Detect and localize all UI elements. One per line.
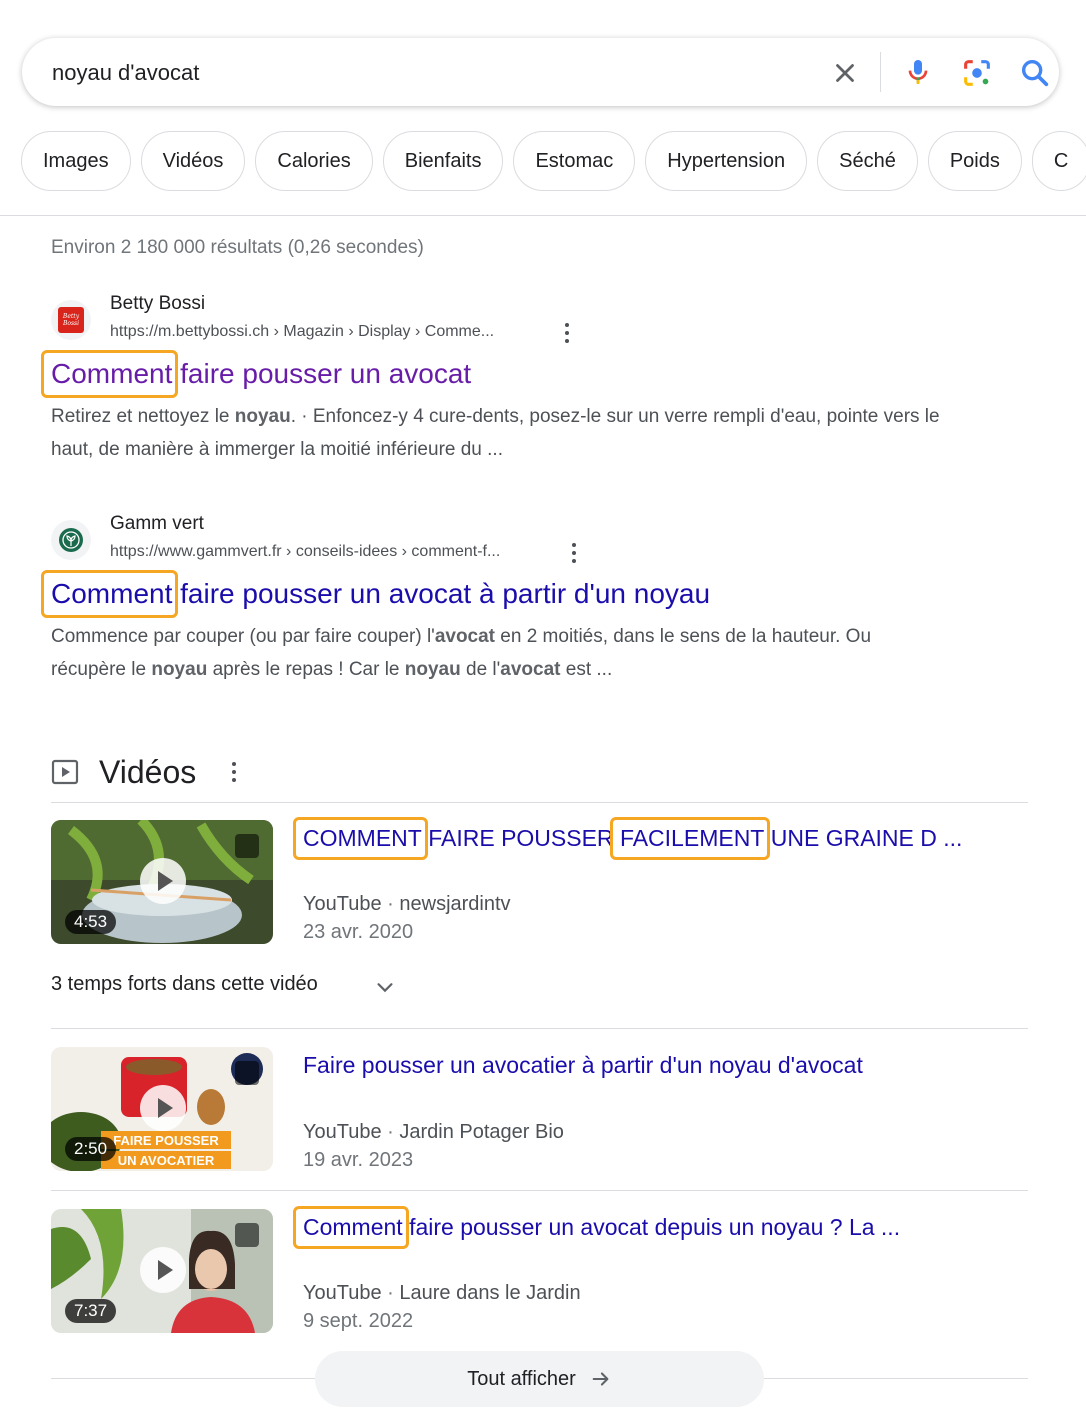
result-title-text: faire pousser un avocat à partir d'un no… — [172, 578, 711, 609]
chevron-down-icon[interactable] — [374, 976, 396, 998]
video-title-text: UNE GRAINE D ... — [764, 825, 963, 851]
search-result: Betty Bossi Betty Bossi https://m.bettyb… — [40, 293, 991, 468]
video-channel: newsjardintv — [399, 893, 511, 915]
video-source: YouTube · Jardin Potager Bio — [303, 1121, 564, 1143]
video-date: 23 avr. 2020 — [303, 921, 414, 943]
play-icon — [140, 858, 186, 904]
divider — [0, 215, 1086, 216]
site-favicon: Betty Bossi — [51, 300, 91, 340]
highlighted-term: Comment — [40, 350, 179, 398]
expand-icon[interactable] — [235, 834, 259, 858]
chip-images[interactable]: Images — [21, 131, 131, 191]
chip-videos[interactable]: Vidéos — [140, 131, 246, 191]
play-icon — [140, 1085, 186, 1131]
result-snippet: Commence par couper (ou par faire couper… — [51, 620, 951, 686]
video-duration: 4:53 — [65, 910, 117, 934]
video-platform: YouTube — [303, 1282, 382, 1304]
video-platform: YouTube — [303, 1121, 382, 1143]
search-bar[interactable]: noyau d'avocat — [22, 38, 1059, 106]
video-thumbnail[interactable]: FAIRE POUSSER UN AVOCATIER 2:50 — [51, 1047, 273, 1171]
see-all-button[interactable]: Tout afficher — [315, 1351, 764, 1407]
site-name[interactable]: Betty Bossi — [110, 293, 205, 315]
video-duration: 7:37 — [65, 1299, 117, 1323]
more-options-icon[interactable] — [566, 542, 582, 564]
gamm-vert-logo — [59, 528, 83, 552]
video-source: YouTube · Laure dans le Jardin — [303, 1282, 581, 1304]
expand-icon[interactable] — [235, 1061, 259, 1085]
more-options-icon[interactable] — [559, 322, 575, 344]
search-result: Gamm vert https://www.gammvert.fr › cons… — [40, 513, 991, 688]
divider — [880, 52, 881, 92]
snippet-bold: avocat — [500, 659, 561, 680]
filter-chips: Images Vidéos Calories Bienfaits Estomac… — [21, 131, 1086, 191]
result-title-link[interactable]: Comment faire pousser un avocat à partir… — [40, 570, 711, 618]
result-snippet: Retirez et nettoyez le noyau. · Enfoncez… — [51, 400, 951, 466]
video-title-text: faire pousser un avocat depuis un noyau … — [402, 1214, 901, 1240]
video-duration: 2:50 — [65, 1137, 117, 1161]
video-title-link[interactable]: Faire pousser un avocatier à partir d'un… — [303, 1052, 863, 1079]
divider — [51, 802, 1028, 803]
thumbnail-caption: FAIRE POUSSER — [113, 1133, 219, 1148]
snippet-bold: noyau — [404, 659, 461, 680]
video-title-text: FAIRE POUSSER — [421, 825, 620, 851]
search-icon[interactable] — [1018, 56, 1052, 90]
chip-poids[interactable]: Poids — [927, 131, 1022, 191]
highlighted-term: FACILEMENT — [609, 817, 771, 860]
snippet-bold: avocat — [434, 626, 496, 647]
snippet-bold: noyau — [151, 659, 208, 680]
site-name[interactable]: Gamm vert — [110, 513, 204, 535]
site-favicon — [51, 520, 91, 560]
video-thumbnail[interactable]: 7:37 — [51, 1209, 273, 1333]
video-channel: Jardin Potager Bio — [399, 1121, 564, 1143]
see-all-label: Tout afficher — [467, 1367, 576, 1390]
chip-bienfaits[interactable]: Bienfaits — [382, 131, 504, 191]
video-title-link[interactable]: COMMENT FAIRE POUSSER FACILEMENT UNE GRA… — [293, 817, 963, 860]
video-platform: YouTube — [303, 893, 382, 915]
video-source: YouTube · newsjardintv — [303, 893, 511, 915]
snippet-text: de l' — [460, 659, 501, 680]
microphone-icon[interactable] — [902, 56, 934, 88]
highlighted-term: COMMENT — [293, 817, 428, 860]
snippet-text: Retirez et nettoyez le — [51, 406, 235, 427]
snippet-text: Commence par couper (ou par faire couper… — [51, 626, 435, 647]
video-channel: Laure dans le Jardin — [399, 1282, 581, 1304]
video-date: 9 sept. 2022 — [303, 1310, 414, 1332]
chip-estomac[interactable]: Estomac — [513, 131, 636, 191]
result-title-link[interactable]: Comment faire pousser un avocat — [40, 350, 472, 398]
chip-more[interactable]: C — [1031, 131, 1086, 191]
result-title-text: faire pousser un avocat — [172, 358, 472, 389]
video-thumbnail[interactable]: 4:53 — [51, 820, 273, 944]
divider — [51, 1028, 1028, 1029]
chip-hypertension[interactable]: Hypertension — [645, 131, 808, 191]
result-stats: Environ 2 180 000 résultats (0,26 second… — [51, 237, 424, 258]
play-icon — [140, 1247, 186, 1293]
key-moments-toggle[interactable]: 3 temps forts dans cette vidéo — [51, 973, 318, 996]
snippet-text: après le repas ! Car le — [207, 659, 405, 680]
video-date: 19 avr. 2023 — [303, 1149, 414, 1171]
arrow-right-icon — [592, 1372, 609, 1386]
close-icon[interactable] — [830, 58, 860, 88]
videos-header — [51, 752, 79, 792]
videos-heading: Vidéos — [99, 754, 197, 790]
chip-seche[interactable]: Séché — [817, 131, 918, 191]
snippet-text: est ... — [560, 659, 613, 680]
divider — [51, 1190, 1028, 1191]
snippet-bold: noyau — [234, 406, 291, 427]
expand-icon[interactable] — [235, 1223, 259, 1247]
thumbnail-caption: UN AVOCATIER — [118, 1153, 215, 1168]
camera-lens-icon[interactable] — [960, 56, 994, 90]
betty-bossi-logo: Betty Bossi — [58, 307, 84, 333]
site-url[interactable]: https://www.gammvert.fr › conseils-idees… — [110, 543, 500, 561]
video-section-icon — [51, 759, 79, 785]
highlighted-term: Comment — [40, 570, 179, 618]
more-options-icon[interactable] — [226, 761, 242, 783]
highlighted-term: Comment — [293, 1206, 409, 1249]
search-input[interactable]: noyau d'avocat — [52, 60, 199, 86]
site-url[interactable]: https://m.bettybossi.ch › Magazin › Disp… — [110, 323, 494, 341]
chip-calories[interactable]: Calories — [255, 131, 373, 191]
video-title-link[interactable]: Comment faire pousser un avocat depuis u… — [293, 1206, 901, 1249]
